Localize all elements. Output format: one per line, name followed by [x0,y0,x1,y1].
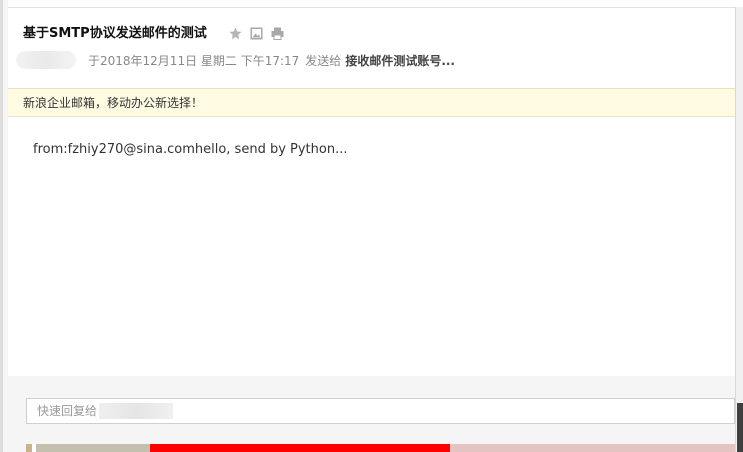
sent-to-label: 发送给 [305,53,342,68]
quick-reply-area: 快速回复给 [8,376,735,452]
ad-strip-segment [450,444,735,452]
recipient-link[interactable]: 接收邮件测试账号... [345,52,455,69]
mail-subject: 基于SMTP协议发送邮件的测试 [23,26,207,41]
mail-body-area: from:fzhiy270@sina.comhello, send by Pyt… [8,118,735,376]
star-icon[interactable] [229,25,242,39]
quick-reply-input[interactable]: 快速回复给 [26,398,735,424]
sender-avatar-redacted [16,51,76,69]
reply-recipient-redacted [99,403,174,419]
mail-reader-window: 基于SMTP协议发送邮件的测试 于2018年12月11日 星期二 下午17:17… [0,0,743,452]
ad-image-strip[interactable] [26,444,735,452]
mail-meta: 于2018年12月11日 星期二 下午17:17 发送给 接收邮件测试账号... [16,50,455,70]
scroll-handle[interactable] [737,403,743,452]
print-icon[interactable] [271,25,284,40]
sent-time: 于2018年12月11日 星期二 下午17:17 [88,53,300,68]
mail-toolbar [229,24,284,40]
right-scrollbar-track[interactable] [735,7,743,452]
promo-banner[interactable]: 新浪企业邮箱，移动办公新选择！ [8,88,735,117]
top-border [0,0,743,8]
mail-header: 基于SMTP协议发送邮件的测试 于2018年12月11日 星期二 下午17:17… [8,8,735,88]
ad-strip-segment [36,444,150,452]
ad-strip-segment [150,444,450,452]
quick-reply-placeholder: 快速回复给 [37,404,98,418]
mail-body-text: from:fzhiy270@sina.comhello, send by Pyt… [33,142,348,157]
image-icon[interactable] [250,25,263,39]
